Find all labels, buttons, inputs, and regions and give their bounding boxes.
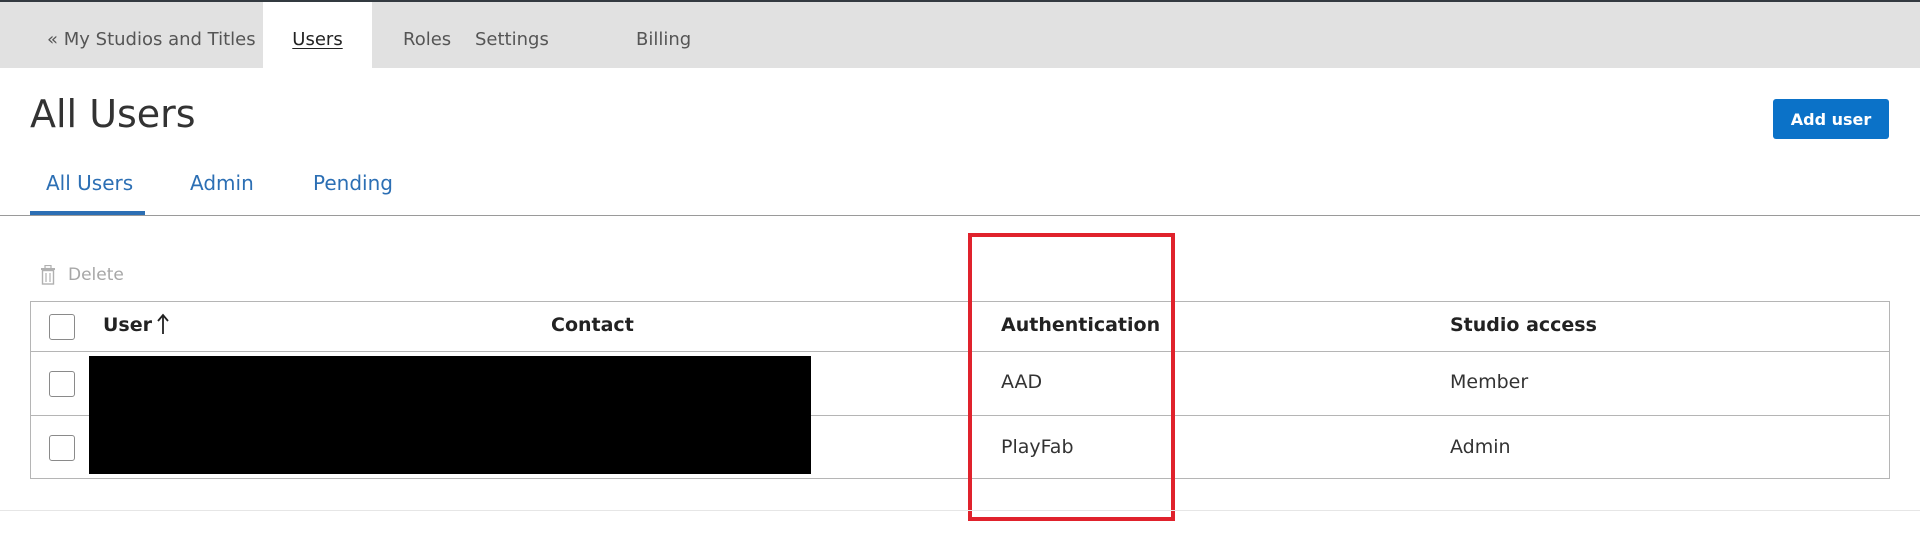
- header-divider: [31, 351, 1889, 352]
- row-checkbox[interactable]: [49, 371, 75, 397]
- tab-users[interactable]: Users: [263, 2, 372, 68]
- select-all-checkbox[interactable]: [49, 314, 75, 340]
- page-title: All Users: [30, 92, 196, 136]
- row-studio-access: Admin: [1450, 436, 1511, 458]
- delete-button[interactable]: Delete: [40, 262, 124, 288]
- subtab-admin[interactable]: Admin: [190, 171, 254, 195]
- tab-billing[interactable]: Billing: [636, 2, 691, 68]
- tab-roles[interactable]: Roles: [403, 2, 451, 68]
- redacted-user-info: [89, 356, 811, 474]
- bottom-divider: [0, 510, 1920, 511]
- subtab-all-users[interactable]: All Users: [46, 171, 133, 195]
- column-header-studio-access[interactable]: Studio access: [1450, 314, 1597, 336]
- subtab-pending[interactable]: Pending: [313, 171, 393, 195]
- subtabs-divider: [0, 215, 1920, 216]
- arrow-up-icon[interactable]: [156, 312, 170, 336]
- trash-icon: [41, 265, 55, 285]
- top-nav: « My Studios and Titles Users Roles Sett…: [0, 2, 1920, 68]
- column-header-user[interactable]: User: [103, 314, 152, 336]
- delete-label: Delete: [68, 265, 124, 285]
- add-user-button[interactable]: Add user: [1773, 99, 1889, 139]
- row-studio-access: Member: [1450, 371, 1529, 393]
- row-authentication: AAD: [1001, 371, 1043, 393]
- column-header-authentication[interactable]: Authentication: [1001, 314, 1160, 336]
- tab-settings[interactable]: Settings: [475, 2, 549, 68]
- column-header-contact[interactable]: Contact: [551, 314, 634, 336]
- row-authentication: PlayFab: [1001, 436, 1074, 458]
- back-to-studios-link[interactable]: « My Studios and Titles: [47, 2, 256, 68]
- row-checkbox[interactable]: [49, 435, 75, 461]
- tab-users-label: Users: [292, 29, 343, 50]
